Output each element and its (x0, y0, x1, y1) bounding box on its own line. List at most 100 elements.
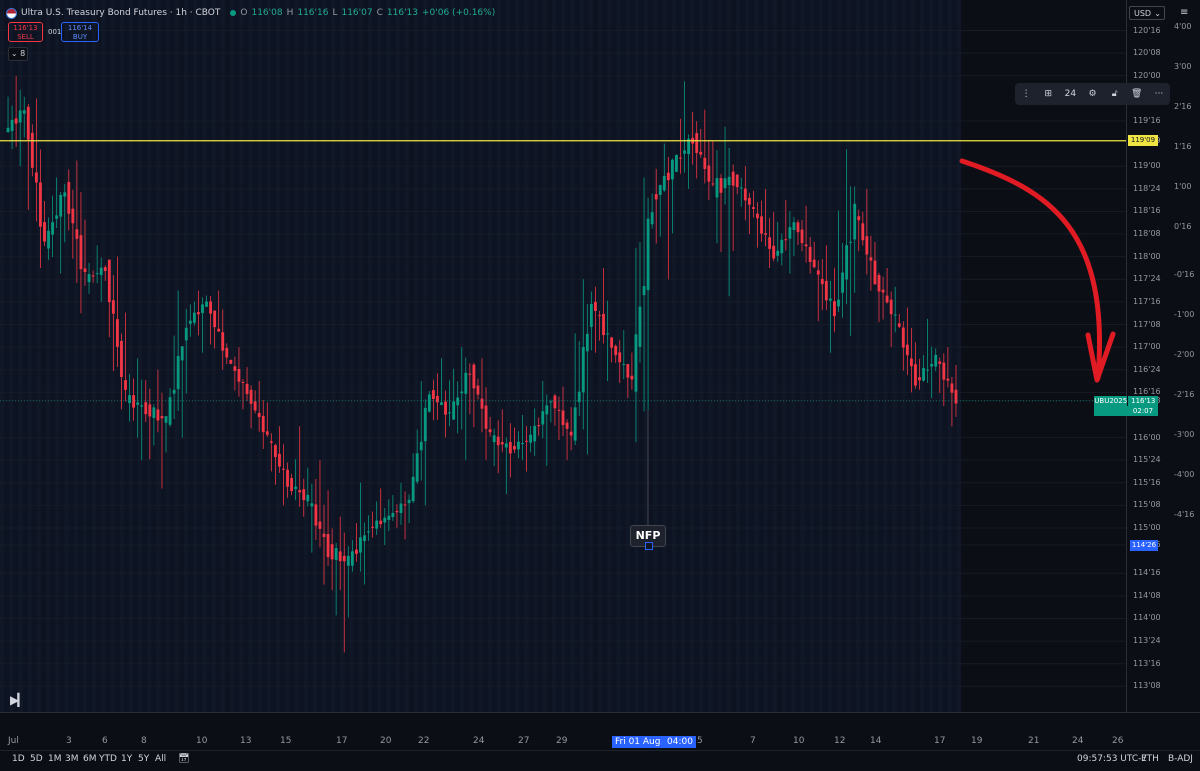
menu-icon[interactable]: ≡ (1180, 7, 1188, 18)
candle-body (436, 395, 439, 403)
red-drawn-arrow (959, 158, 1102, 381)
high-value: 116'16 (297, 8, 329, 18)
drag-handle-icon[interactable]: ⋮ (1015, 89, 1037, 99)
session-band (644, 0, 649, 712)
candle-body (225, 348, 229, 358)
candle-body (152, 407, 156, 418)
time-tick-label: 13 (240, 736, 252, 746)
candle-body (460, 391, 464, 394)
currency-select[interactable]: USD ⌄ (1129, 6, 1165, 20)
low-label: L (332, 8, 338, 18)
candle-body (525, 440, 528, 442)
timeframe-button[interactable]: 1M (48, 754, 62, 764)
session-band (496, 0, 501, 712)
candle-body (302, 489, 306, 501)
timeframe-button[interactable]: 1D (12, 754, 25, 764)
calendar-icon[interactable]: 📅︎ (178, 754, 189, 764)
indicator-count: 8 (20, 49, 26, 58)
currency-label: USD (1134, 9, 1152, 18)
settings-icon[interactable]: ⚙ (1081, 89, 1103, 99)
timeframe-button[interactable]: 3M (65, 754, 79, 764)
nfp-event-anchor[interactable] (645, 542, 653, 550)
spread-value: 001 (48, 28, 62, 36)
time-tick-label: 15 (280, 736, 292, 746)
session-band (956, 0, 961, 712)
symbol-title[interactable]: Ultra U.S. Treasury Bond Futures · 1h · … (21, 8, 220, 18)
candle-body (132, 395, 136, 408)
template-icon[interactable]: ⊞ (1037, 89, 1059, 99)
candle-body (901, 327, 905, 348)
percent-tick-label: 0'16 (1174, 222, 1192, 231)
candle-body (577, 391, 581, 403)
candle-body (334, 548, 338, 560)
lock-icon[interactable]: 🔓︎ (1104, 89, 1126, 99)
sell-price: 116'13 (13, 24, 38, 32)
candle-body (808, 246, 812, 262)
adjustment-toggle[interactable]: B-ADJ (1168, 754, 1193, 764)
symbol-label: UBU2025 (1094, 396, 1129, 406)
candle-body (314, 504, 318, 526)
trash-icon[interactable]: 🗑︎ (1126, 89, 1148, 99)
clock-time[interactable]: 09:57:53 UTC-7 (1077, 754, 1147, 764)
session-band (864, 0, 869, 712)
session-toggle[interactable]: ETH (1141, 754, 1159, 764)
sell-button[interactable]: 116'13 SELL (8, 22, 43, 42)
candle-body (508, 442, 512, 454)
candle-body (634, 334, 638, 392)
time-tick-label: 7 (750, 736, 756, 746)
candle-body (529, 434, 533, 443)
time-axis[interactable]: Jul 3 6 8 10 13 15 17 20 22 24 27 29 Fri 01 Aug '25 04… (0, 713, 1200, 749)
session-band (9, 0, 14, 712)
candle-body (120, 340, 123, 377)
candle-body (812, 259, 816, 268)
session-band (211, 0, 216, 712)
candle-body (148, 404, 152, 417)
buy-button[interactable]: 116'14 BUY (61, 22, 99, 42)
candle-body (857, 216, 861, 221)
open-label: O (240, 8, 248, 18)
indicator-collapse-button[interactable]: ⌄ 8 (8, 47, 28, 61)
time-tick-label: 22 (418, 736, 430, 746)
time-tick-label: 3 (66, 736, 72, 746)
candle-body (379, 520, 383, 525)
line-width-value[interactable]: 24 (1059, 89, 1081, 99)
price-tick-label: 117'24 (1133, 274, 1161, 284)
candle-body (796, 222, 800, 233)
candle-body (573, 407, 577, 441)
low-value: 116'07 (341, 8, 373, 18)
candle-body (99, 267, 103, 276)
timeframe-button[interactable]: All (155, 754, 166, 764)
candle-body (496, 436, 500, 446)
timeframe-button[interactable]: 1Y (121, 754, 132, 764)
close-value: 116'13 (386, 8, 418, 18)
session-band (55, 0, 60, 712)
time-tick-label: 10 (793, 736, 805, 746)
timeframe-button[interactable]: 5Y (138, 754, 149, 764)
tradingview-logo[interactable]: ▶▎ (10, 693, 27, 707)
price-tick-label: 118'00 (1133, 251, 1161, 261)
session-band (239, 0, 244, 712)
candle-body (172, 389, 176, 394)
candle-body (881, 289, 885, 293)
session-band (542, 0, 547, 712)
price-tick-label: 113'16 (1133, 658, 1161, 668)
buy-label: BUY (72, 33, 88, 41)
candle-body (330, 544, 334, 560)
candle-body (760, 216, 763, 234)
timeframe-button[interactable]: 6M (83, 754, 97, 764)
candle-body (703, 157, 707, 169)
session-band (349, 0, 354, 712)
candle-body (399, 503, 403, 513)
price-chart[interactable] (0, 0, 1126, 712)
timeframe-button[interactable]: 5D (30, 754, 43, 764)
candle-body (954, 389, 958, 404)
candle-body (938, 361, 942, 364)
candle-body (411, 476, 415, 502)
candle-body (233, 366, 237, 371)
more-icon[interactable]: ··· (1148, 89, 1170, 99)
session-band (487, 0, 492, 712)
price-tick-label: 115'16 (1133, 477, 1161, 487)
timeframe-button[interactable]: YTD (99, 754, 117, 764)
time-tick-label: 21 (1028, 736, 1040, 746)
bar-countdown: 02:07 (1132, 407, 1154, 415)
